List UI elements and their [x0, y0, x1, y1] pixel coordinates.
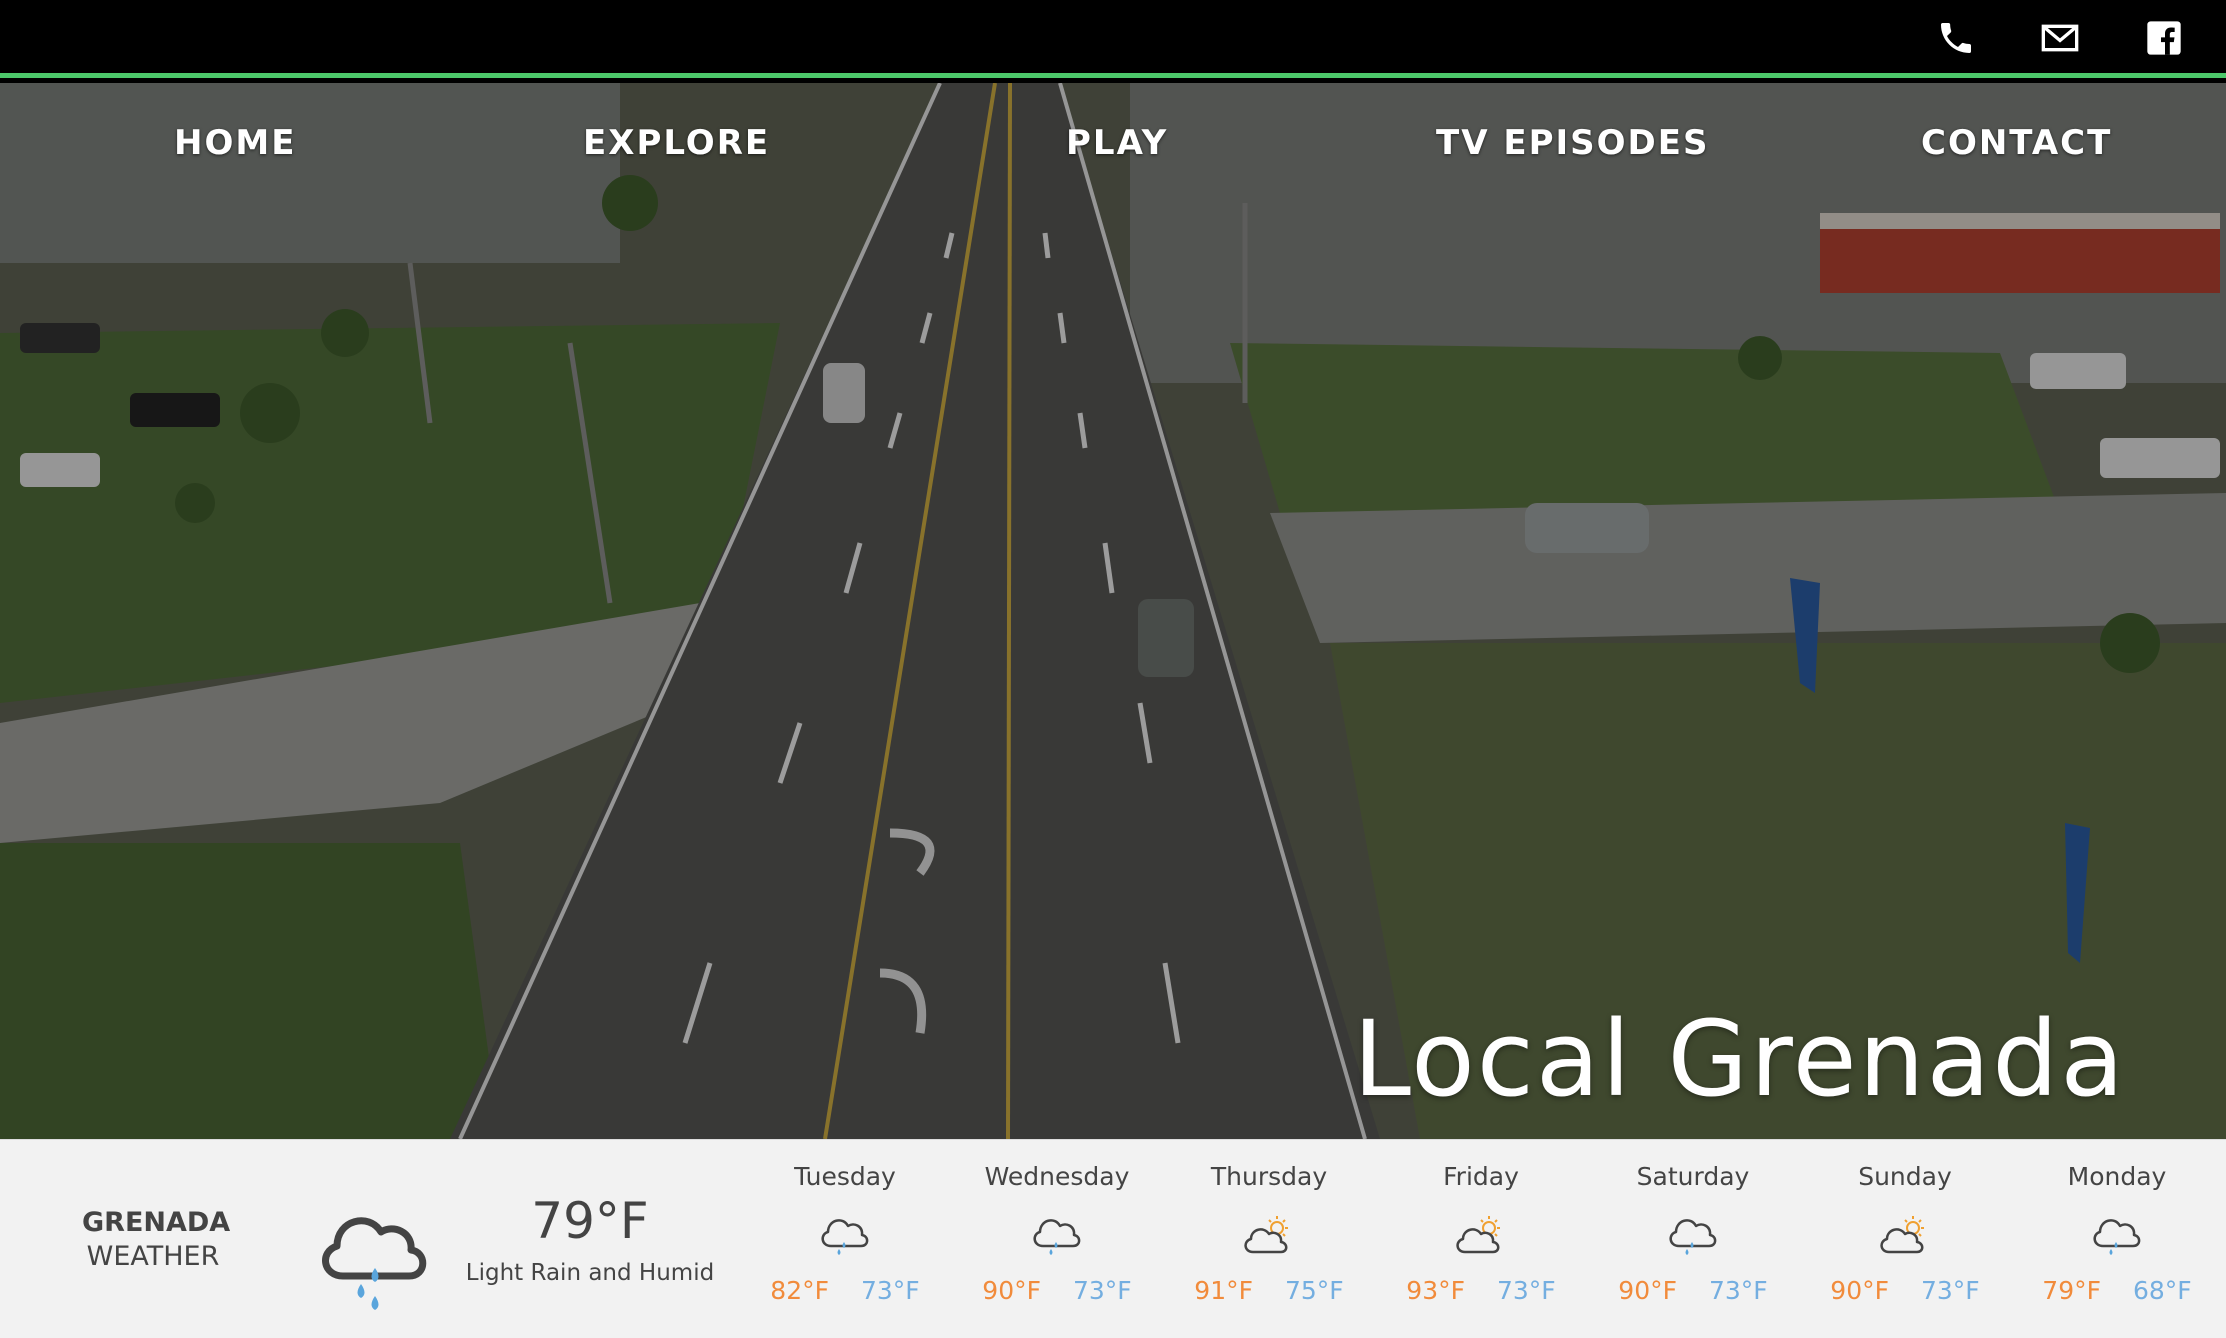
forecast-day: Sunday 90°F 73°F: [1815, 1162, 1995, 1305]
forecast-day: Monday 79°F 68°F: [2027, 1162, 2207, 1305]
forecast-high: 91°F: [1194, 1276, 1253, 1305]
rain-cloud-icon: [1033, 1219, 1081, 1255]
forecast-day: Tuesday 82°F 73°F: [755, 1162, 935, 1305]
hero-overlay: [0, 83, 2226, 1139]
forecast-day-name: Friday: [1443, 1162, 1519, 1191]
facebook-icon[interactable]: [2142, 18, 2186, 58]
forecast-temps: 90°F 73°F: [1603, 1276, 1783, 1305]
nav-contact[interactable]: CONTACT: [1921, 123, 2112, 163]
contact-icons: [1934, 18, 2186, 58]
rain-cloud-icon: [821, 1219, 869, 1255]
forecast-low: 73°F: [1073, 1276, 1132, 1305]
hero-title: Local Grenada: [1352, 998, 2126, 1120]
forecast-low: 75°F: [1285, 1276, 1344, 1305]
rain-cloud-icon: [2093, 1219, 2141, 1255]
forecast-day: Friday 93°F 73°F: [1391, 1162, 1571, 1305]
forecast-day: Thursday 91°F 75°F: [1179, 1162, 1359, 1305]
weather-bar: GRENADA WEATHER 79°F Light Rain and Humi…: [0, 1139, 2226, 1338]
forecast-day-name: Sunday: [1858, 1162, 1952, 1191]
partly-sunny-icon: [1244, 1216, 1288, 1254]
main-nav: HOME EXPLORE PLAY TV EPISODES CONTACT: [0, 123, 2226, 183]
forecast-temps: 91°F 75°F: [1179, 1276, 1359, 1305]
forecast-low: 68°F: [2133, 1276, 2192, 1305]
forecast-low: 73°F: [861, 1276, 920, 1305]
forecast-day-name: Wednesday: [984, 1162, 1130, 1191]
rain-cloud-icon: [1669, 1219, 1717, 1255]
forecast-day-name: Monday: [2067, 1162, 2167, 1191]
forecast-high: 79°F: [2042, 1276, 2101, 1305]
forecast-high: 93°F: [1406, 1276, 1465, 1305]
forecast-high: 90°F: [1830, 1276, 1889, 1305]
hero-banner: HOME EXPLORE PLAY TV EPISODES CONTACT Lo…: [0, 83, 2226, 1139]
partly-sunny-icon: [1456, 1216, 1500, 1254]
forecast-low: 73°F: [1497, 1276, 1556, 1305]
current-condition: Light Rain and Humid: [465, 1260, 715, 1286]
forecast-high: 90°F: [982, 1276, 1041, 1305]
forecast-low: 73°F: [1921, 1276, 1980, 1305]
forecast-low: 73°F: [1709, 1276, 1768, 1305]
forecast-high: 82°F: [770, 1276, 829, 1305]
top-bar: [0, 0, 2226, 78]
forecast-day: Wednesday 90°F 73°F: [967, 1162, 1147, 1305]
forecast-temps: 90°F 73°F: [967, 1276, 1147, 1305]
nav-explore[interactable]: EXPLORE: [583, 123, 770, 163]
phone-icon[interactable]: [1934, 18, 1978, 58]
forecast-temps: 82°F 73°F: [755, 1276, 935, 1305]
forecast-day: Saturday 90°F 73°F: [1603, 1162, 1783, 1305]
forecast-temps: 90°F 73°F: [1815, 1276, 1995, 1305]
forecast-temps: 93°F 73°F: [1391, 1276, 1571, 1305]
weather-city: GRENADA: [82, 1207, 231, 1238]
mail-icon[interactable]: [2038, 18, 2082, 58]
nav-play[interactable]: PLAY: [1066, 123, 1168, 163]
weather-title: WEATHER: [86, 1241, 220, 1272]
nav-tv-episodes[interactable]: TV EPISODES: [1436, 123, 1709, 163]
forecast-day-name: Tuesday: [794, 1162, 896, 1191]
weather-label: GRENADA WEATHER: [82, 1206, 231, 1274]
partly-sunny-icon: [1880, 1216, 1924, 1254]
nav-home[interactable]: HOME: [174, 123, 296, 163]
rain-cloud-icon: [322, 1217, 427, 1310]
current-temp: 79°F: [531, 1192, 649, 1250]
forecast-day-name: Thursday: [1210, 1162, 1328, 1191]
forecast-temps: 79°F 68°F: [2027, 1276, 2207, 1305]
forecast-day-name: Saturday: [1636, 1162, 1750, 1191]
forecast-high: 90°F: [1618, 1276, 1677, 1305]
